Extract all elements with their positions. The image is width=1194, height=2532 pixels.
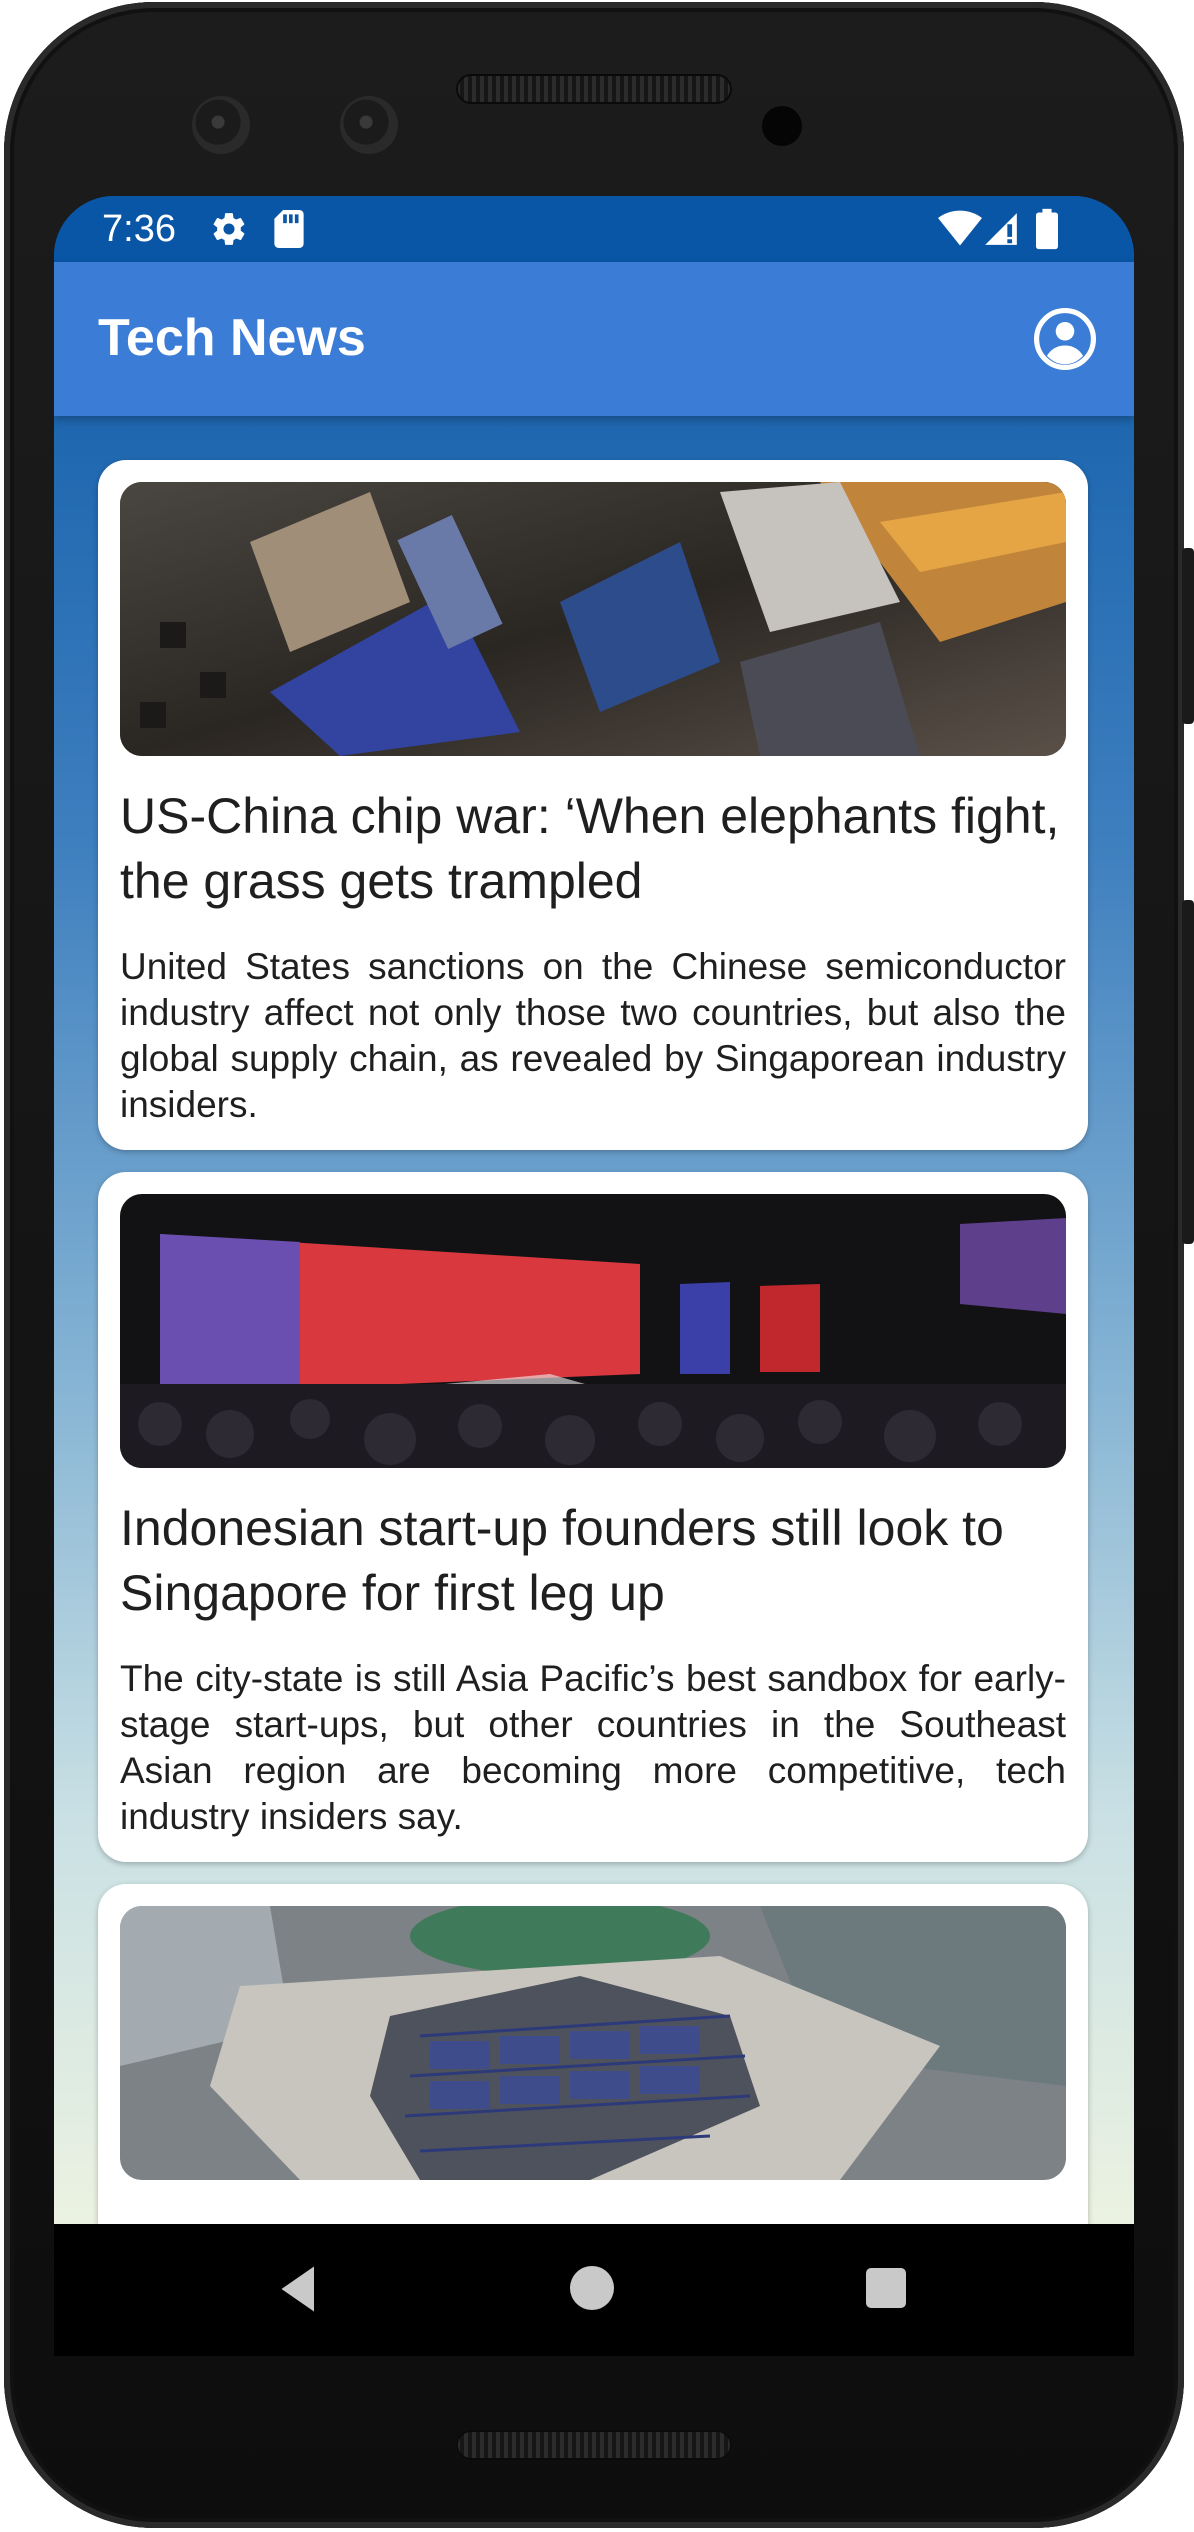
article-image bbox=[120, 482, 1066, 756]
article-card[interactable]: US-China chip war: ‘When elephants fight… bbox=[98, 460, 1088, 1150]
app-title: Tech News bbox=[98, 309, 366, 367]
battery-icon bbox=[1036, 208, 1058, 250]
signal-icon bbox=[985, 213, 1017, 245]
front-camera-icon bbox=[340, 96, 398, 154]
wifi-icon bbox=[938, 210, 982, 246]
recents-icon[interactable] bbox=[866, 2268, 906, 2308]
back-icon[interactable] bbox=[274, 2264, 324, 2314]
status-bar: 7:36 bbox=[54, 196, 1134, 262]
gear-icon bbox=[213, 213, 245, 245]
app-bar: Tech News bbox=[54, 262, 1134, 416]
sd-card-icon bbox=[274, 210, 304, 248]
app-screen: 7:36 Tech News US-China chip war: ‘When … bbox=[54, 196, 1134, 2356]
bottom-speaker bbox=[456, 2430, 732, 2460]
article-card[interactable]: Indonesian start-up founders still look … bbox=[98, 1172, 1088, 1862]
power-button bbox=[1182, 548, 1194, 724]
proximity-sensor bbox=[762, 106, 802, 146]
account-circle-icon[interactable] bbox=[1034, 308, 1096, 370]
front-camera-icon bbox=[192, 96, 250, 154]
article-headline: US-China chip war: ‘When elephants fight… bbox=[120, 788, 1060, 909]
volume-button bbox=[1182, 900, 1194, 1244]
article-summary: The city-state is still Asia Pacific’s b… bbox=[120, 1658, 1066, 1837]
system-nav-bar bbox=[54, 2224, 1134, 2356]
home-icon[interactable] bbox=[570, 2266, 614, 2310]
status-time: 7:36 bbox=[102, 208, 176, 250]
article-headline: Indonesian start-up founders still look … bbox=[120, 1500, 1004, 1621]
article-image bbox=[120, 1906, 1066, 2180]
article-image bbox=[120, 1194, 1066, 1468]
earpiece-speaker bbox=[456, 74, 732, 104]
article-summary: United States sanctions on the Chinese s… bbox=[120, 946, 1066, 1125]
